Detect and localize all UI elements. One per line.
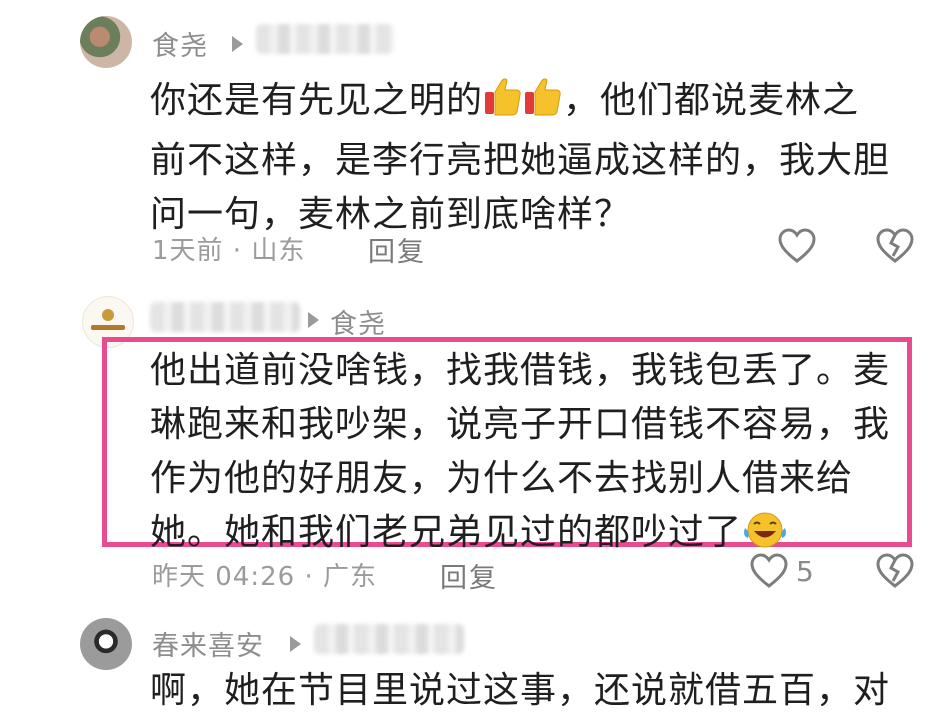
thumbs-up-icon xyxy=(483,74,563,134)
blurred-username xyxy=(150,302,300,332)
avatar[interactable] xyxy=(80,618,132,670)
comment-meta: 1天前 · 山东 xyxy=(152,236,306,266)
like-count: 5 xyxy=(796,555,814,588)
broken-heart-icon[interactable] xyxy=(876,553,914,593)
reply-to-username[interactable]: 食尧 xyxy=(330,302,386,341)
comment-text: 你还是有先见之明的 ，他们都说麦林之 前不这样，是李行亮把她逼成这样的，我大胆 … xyxy=(150,74,890,242)
reply-button[interactable]: 回复 xyxy=(440,556,498,595)
logo-mark xyxy=(91,325,125,330)
avatar[interactable] xyxy=(80,16,132,68)
blurred-username xyxy=(314,624,464,654)
heart-icon[interactable] xyxy=(750,553,788,593)
comment-text: 啊，她在节目里说过这事，还说就借五百，对 xyxy=(150,670,891,711)
reply-button[interactable]: 回复 xyxy=(368,230,426,269)
comment-text: 他出道前没啥钱，找我借钱，我钱包丢了。麦 琳跑来和我吵架，说亮子开口借钱不容易，… xyxy=(150,344,890,566)
logo-icon xyxy=(102,309,114,321)
broken-heart-icon[interactable] xyxy=(876,228,914,268)
comment-meta: 昨天 04:26 · 广东 xyxy=(152,562,377,592)
username[interactable]: 食尧 xyxy=(152,24,208,63)
reply-arrow-icon xyxy=(290,636,301,652)
blurred-username xyxy=(256,24,394,54)
reply-arrow-icon xyxy=(232,36,243,52)
heart-icon[interactable] xyxy=(778,228,816,268)
reply-arrow-icon xyxy=(308,312,319,328)
username[interactable]: 春来喜安 xyxy=(152,624,264,663)
